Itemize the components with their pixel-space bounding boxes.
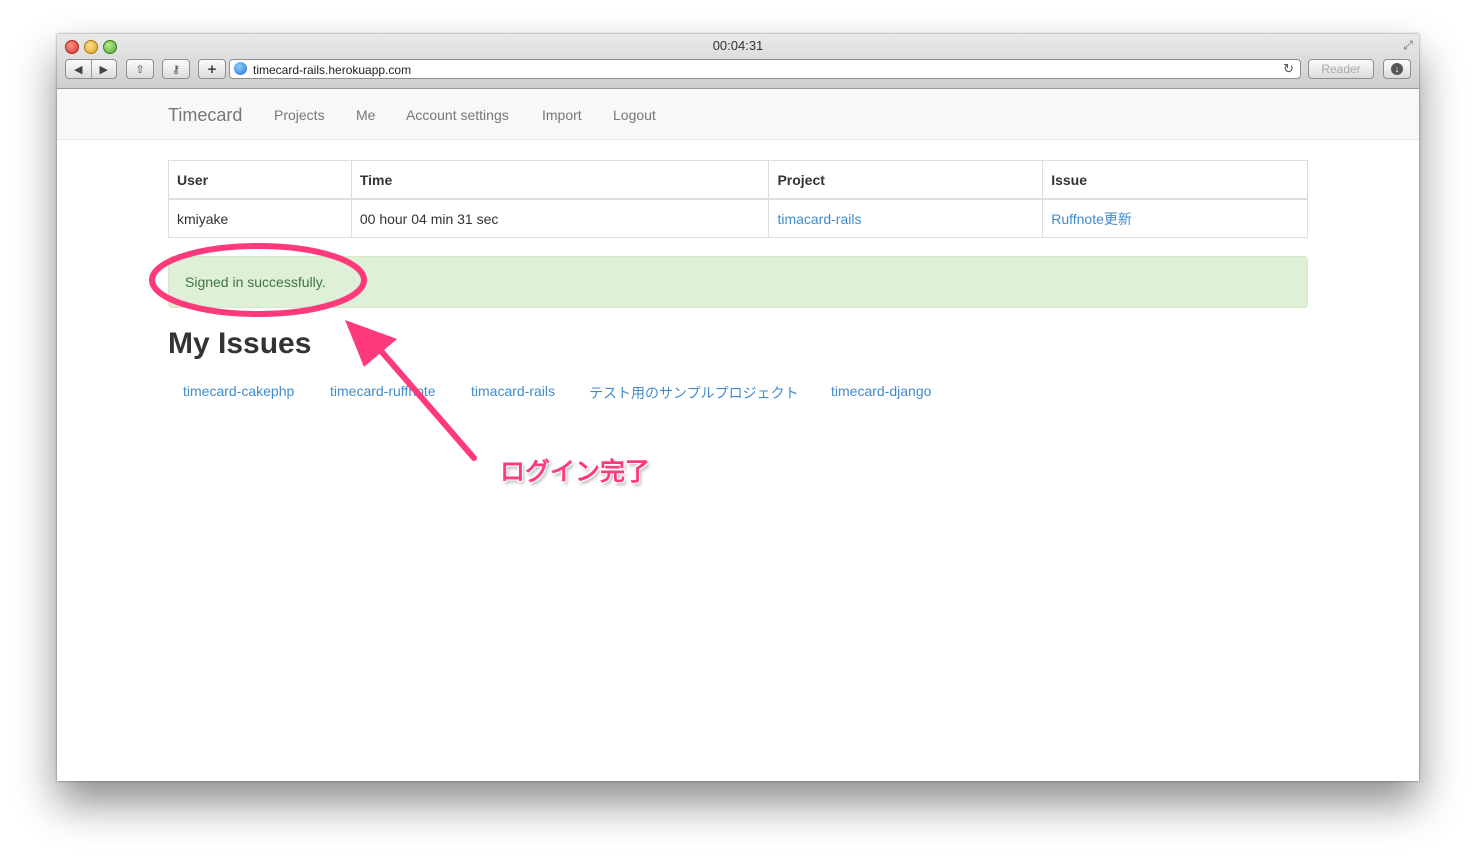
reader-button[interactable]: Reader <box>1308 59 1374 79</box>
address-bar[interactable]: timecard-rails.herokuapp.com ↻ <box>229 59 1301 79</box>
nav-link-logout[interactable]: Logout <box>613 107 656 123</box>
issue-cell: Ruffnote更新 <box>1042 198 1308 238</box>
table-row: kmiyake 00 hour 04 min 31 sec timacard-r… <box>168 198 1308 238</box>
passwords-button[interactable]: ⚷ <box>162 59 190 79</box>
issue-link[interactable]: Ruffnote更新 <box>1051 211 1132 227</box>
column-header: User <box>168 160 352 200</box>
browser-toolbar: 00:04:31 ⤢ ◀ ▶ ⇧ ⚷ + timecard-rails.hero… <box>57 34 1419 89</box>
user-cell: kmiyake <box>168 198 352 238</box>
project-link[interactable]: timacard-rails <box>777 211 861 227</box>
issue-item-link[interactable]: timecard-cakephp <box>183 383 294 399</box>
nav-link-account-settings[interactable]: Account settings <box>406 107 509 123</box>
project-cell: timacard-rails <box>768 198 1044 238</box>
download-icon: ↓ <box>1391 63 1403 75</box>
url-text[interactable]: timecard-rails.herokuapp.com <box>253 63 411 77</box>
nav-link-projects[interactable]: Projects <box>274 107 325 123</box>
reload-icon[interactable]: ↻ <box>1283 61 1294 77</box>
downloads-button[interactable]: ↓ <box>1383 59 1411 79</box>
brand-link[interactable]: Timecard <box>168 105 242 126</box>
globe-icon <box>234 62 247 75</box>
time-cell: 00 hour 04 min 31 sec <box>350 198 770 238</box>
plus-icon: + <box>207 60 217 78</box>
issue-item-link[interactable]: timacard-rails <box>471 383 555 399</box>
issue-item-link[interactable]: timecard-ruffnote <box>330 383 436 399</box>
table-header-row: User Time Project Issue <box>168 160 1308 200</box>
share-button[interactable]: ⇧ <box>126 59 154 79</box>
web-page: Timecard Projects Me Account settings Im… <box>57 89 1419 781</box>
back-forward-buttons: ◀ ▶ <box>65 59 117 79</box>
my-issues-heading: My Issues <box>168 327 312 360</box>
success-alert: Signed in successfully. <box>168 256 1308 308</box>
current-work-table: User Time Project Issue kmiyake 00 hour … <box>168 160 1308 238</box>
browser-window: 00:04:31 ⤢ ◀ ▶ ⇧ ⚷ + timecard-rails.hero… <box>57 34 1419 781</box>
column-header: Project <box>768 160 1044 200</box>
column-header: Time <box>350 160 770 200</box>
add-bookmark-button[interactable]: + <box>198 59 226 79</box>
annotation-label: ログイン完了 <box>500 458 651 486</box>
column-header: Issue <box>1042 160 1308 200</box>
nav-link-me[interactable]: Me <box>356 107 375 123</box>
share-icon: ⇧ <box>135 63 145 76</box>
nav-link-import[interactable]: Import <box>542 107 582 123</box>
issue-item-link[interactable]: timecard-django <box>831 383 931 399</box>
navbar: Timecard Projects Me Account settings Im… <box>57 89 1419 140</box>
window-title: 00:04:31 <box>712 38 764 53</box>
forward-icon[interactable]: ▶ <box>92 63 117 76</box>
issue-item-link[interactable]: テスト用のサンプルプロジェクト <box>589 383 799 403</box>
back-icon[interactable]: ◀ <box>66 63 91 76</box>
key-icon: ⚷ <box>171 63 181 76</box>
fullscreen-icon[interactable]: ⤢ <box>1403 38 1413 53</box>
